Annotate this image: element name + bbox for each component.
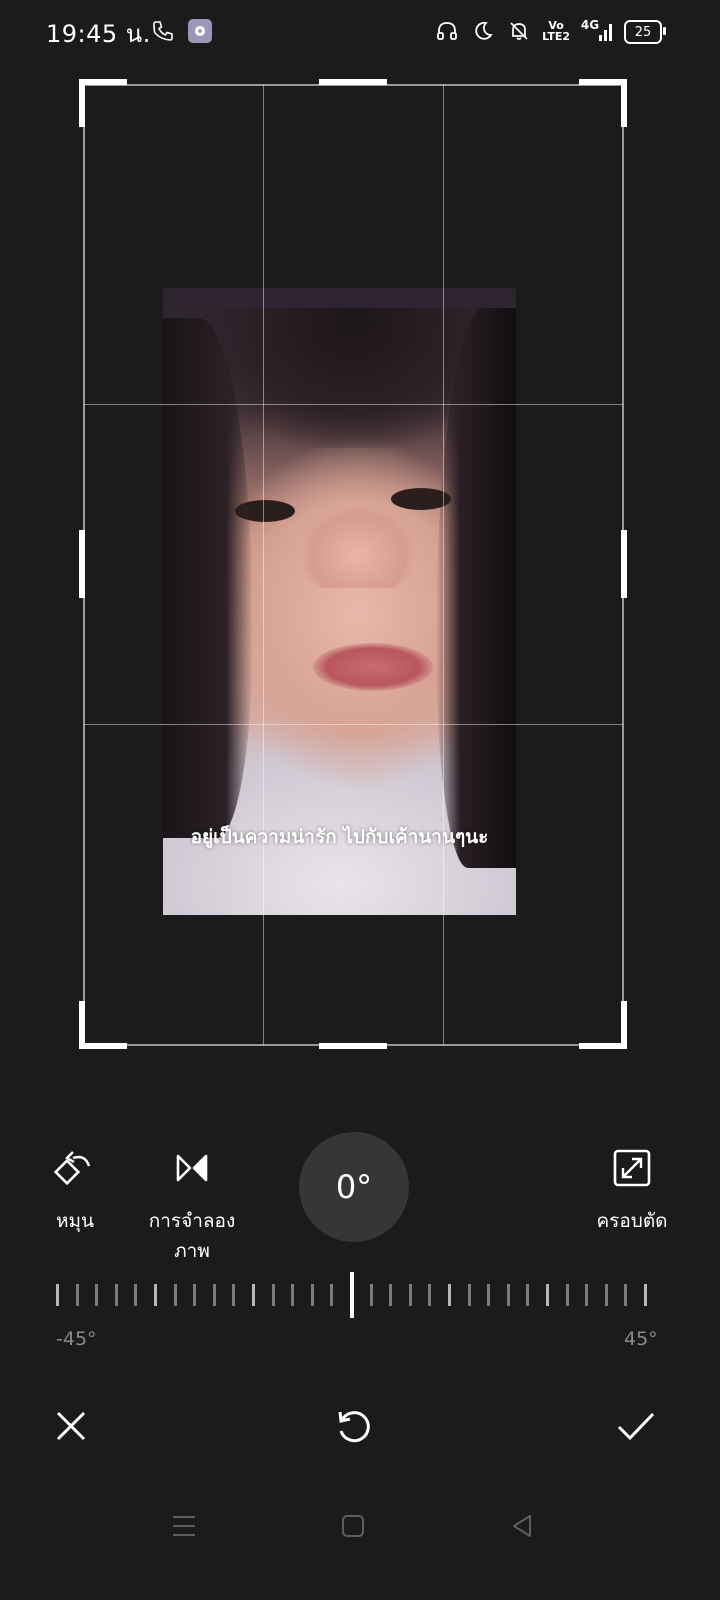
status-left-icons xyxy=(150,18,212,44)
gear-icon xyxy=(188,19,212,43)
moon-icon xyxy=(470,18,496,44)
ruler-tick xyxy=(95,1284,98,1306)
angle-ruler-slider[interactable] xyxy=(56,1272,652,1322)
ruler-tick xyxy=(213,1284,216,1306)
ruler-min-label: -45° xyxy=(56,1328,97,1350)
ruler-tick xyxy=(428,1284,431,1306)
ruler-tick xyxy=(174,1284,177,1306)
crop-handle-right[interactable] xyxy=(621,530,627,598)
phone-icon xyxy=(150,18,176,44)
check-icon xyxy=(617,1412,655,1441)
bell-off-icon xyxy=(506,18,532,44)
home-icon xyxy=(342,1515,364,1537)
ruler-tick xyxy=(585,1284,588,1306)
right-eye xyxy=(391,488,451,510)
mirror-label-line1: การจำลอง xyxy=(148,1210,236,1232)
left-eye xyxy=(235,500,295,522)
rotate-label: หมุน xyxy=(55,1210,95,1232)
grid-line-h1 xyxy=(84,404,623,405)
expand-icon xyxy=(613,1149,651,1187)
ruler-tick xyxy=(389,1284,392,1306)
mirror-button[interactable]: การจำลอง ภาพ xyxy=(142,1146,242,1266)
ruler-max-label: 45° xyxy=(624,1328,658,1350)
mirror-icon xyxy=(176,1154,208,1182)
nav-menu-button[interactable] xyxy=(164,1506,204,1546)
rotate-button[interactable]: หมุน xyxy=(40,1146,110,1236)
confirm-button[interactable] xyxy=(608,1398,664,1454)
battery-level: 25 xyxy=(634,24,652,40)
ruler-tick xyxy=(115,1284,118,1306)
ruler-tick xyxy=(134,1284,137,1306)
photo-crop-screen: { "status_bar": { "time": "19:45 น.", "v… xyxy=(0,0,720,1600)
ruler-current-marker xyxy=(350,1272,354,1318)
ruler-tick xyxy=(644,1284,647,1306)
nav-home-button[interactable] xyxy=(333,1506,373,1546)
volte-icon: Vo LTE2 xyxy=(542,19,570,43)
crop-handle-left[interactable] xyxy=(79,530,85,598)
ruler-tick xyxy=(291,1284,294,1306)
ruler-tick xyxy=(526,1284,529,1306)
status-right-icons: Vo LTE2 4G xyxy=(434,18,614,44)
crop-handle-top-right[interactable] xyxy=(579,79,627,127)
angle-value: 0° xyxy=(335,1168,373,1206)
crop-handle-bottom-right[interactable] xyxy=(579,1001,627,1049)
crop-handle-bottom[interactable] xyxy=(319,1043,387,1049)
ruler-tick xyxy=(154,1284,157,1306)
nav-back-button[interactable] xyxy=(502,1506,542,1546)
crop-handle-top-left[interactable] xyxy=(79,79,127,127)
status-bar: 19:45 น. Vo LTE2 4G 25 xyxy=(0,0,720,64)
reset-icon xyxy=(338,1411,370,1443)
ruler-tick xyxy=(272,1284,275,1306)
status-time: 19:45 น. xyxy=(46,20,151,48)
ruler-tick xyxy=(193,1284,196,1306)
cancel-button[interactable] xyxy=(43,1398,99,1454)
headphones-icon xyxy=(434,18,460,44)
ruler-tick xyxy=(605,1284,608,1306)
mirror-label-line2: ภาพ xyxy=(174,1240,210,1262)
crop-handle-top[interactable] xyxy=(319,79,387,85)
ruler-tick xyxy=(311,1284,314,1306)
ruler-tick xyxy=(232,1284,235,1306)
grid-line-v1 xyxy=(263,85,264,1045)
ruler-tick xyxy=(566,1284,569,1306)
menu-icon xyxy=(173,1516,195,1536)
ruler-tick xyxy=(624,1284,627,1306)
nose xyxy=(303,508,413,588)
ruler-tick xyxy=(468,1284,471,1306)
crop-label: ครอบตัด xyxy=(596,1210,668,1232)
signal-icon: 4G xyxy=(580,18,614,44)
back-icon xyxy=(513,1515,531,1537)
reset-button[interactable] xyxy=(325,1398,381,1454)
network-type: 4G xyxy=(580,18,600,32)
ruler-tick xyxy=(370,1284,373,1306)
close-icon xyxy=(56,1411,86,1441)
ruler-tick xyxy=(330,1284,333,1306)
photo-caption: อยู่เป็นความน่ารัก ไปกับเค้านานๆนะ xyxy=(190,826,489,848)
grid-line-v2 xyxy=(443,85,444,1045)
ruler-tick xyxy=(56,1284,59,1306)
ruler-tick xyxy=(487,1284,490,1306)
ruler-tick xyxy=(252,1284,255,1306)
crop-handle-bottom-left[interactable] xyxy=(79,1001,127,1049)
battery-icon: 25 xyxy=(624,20,666,44)
grid-line-h2 xyxy=(84,724,623,725)
lips xyxy=(313,643,433,691)
photo-preview: อยู่เป็นความน่ารัก ไปกับเค้านานๆนะ xyxy=(163,288,516,915)
ruler-tick xyxy=(546,1284,549,1306)
ruler-tick xyxy=(76,1284,79,1306)
ruler-tick xyxy=(507,1284,510,1306)
ruler-tick xyxy=(448,1284,451,1306)
angle-value-display[interactable]: 0° xyxy=(299,1132,409,1242)
rotate-icon xyxy=(53,1151,91,1186)
crop-button[interactable]: ครอบตัด xyxy=(590,1146,674,1236)
ruler-tick xyxy=(409,1284,412,1306)
